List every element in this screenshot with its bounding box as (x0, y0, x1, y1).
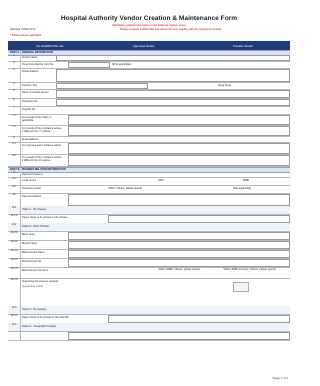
header-transfer-vendor: Transfer Vendor (233, 44, 253, 48)
payee-cheque-field[interactable] (108, 215, 290, 223)
telegraphic-field[interactable] (68, 332, 290, 340)
row-payment-method: 10 Payment Method (8, 193, 290, 207)
table-header: For HA(ARD FIN) Use Approved Vendor Tran… (8, 41, 290, 50)
row-supporting-document: 10.2.6 Supporting document is required (… (8, 278, 290, 307)
email-remittance-field[interactable] (68, 155, 290, 166)
page-number: Page 1 of 2 (272, 376, 288, 380)
header-approved-vendor: Approved Vendor (133, 44, 155, 48)
postal-address-field[interactable] (56, 69, 290, 82)
email-payment-field[interactable] (68, 143, 290, 154)
remittance-contact-field[interactable] (68, 126, 290, 136)
payment-method-field[interactable] (68, 194, 290, 206)
row-email-remittance: 8.2 For receipt of the remittance advice… (8, 154, 290, 167)
revision-note: (Revised 7/2022 (V7)) (10, 28, 36, 31)
contact-person-field[interactable] (56, 90, 290, 98)
bank-account-no-field[interactable] (68, 259, 290, 267)
header-ha-use: For HA(ARD FIN) Use (36, 44, 64, 48)
row-postal-address: 3 Postal Address (8, 68, 290, 83)
company-chop-box (233, 282, 249, 292)
form-subtitle: Mandatory related information in the fie… (112, 23, 186, 27)
bank-name-field[interactable] (68, 232, 290, 240)
telephone-field[interactable] (56, 99, 290, 106)
form-title: Hospital Authority Vendor Creation & Mai… (60, 15, 238, 22)
branch-name-field[interactable] (68, 241, 290, 249)
bank-account-name-field[interactable] (68, 250, 290, 258)
instruction-notice: Please complete in ENGLISH and submit th… (120, 28, 222, 31)
orders-contact-field[interactable] (68, 115, 290, 125)
row-telegraphic-detail (8, 331, 290, 341)
applicable-note: * If/where/where applicable (10, 34, 42, 37)
payee-autopay-field[interactable] (108, 315, 290, 323)
